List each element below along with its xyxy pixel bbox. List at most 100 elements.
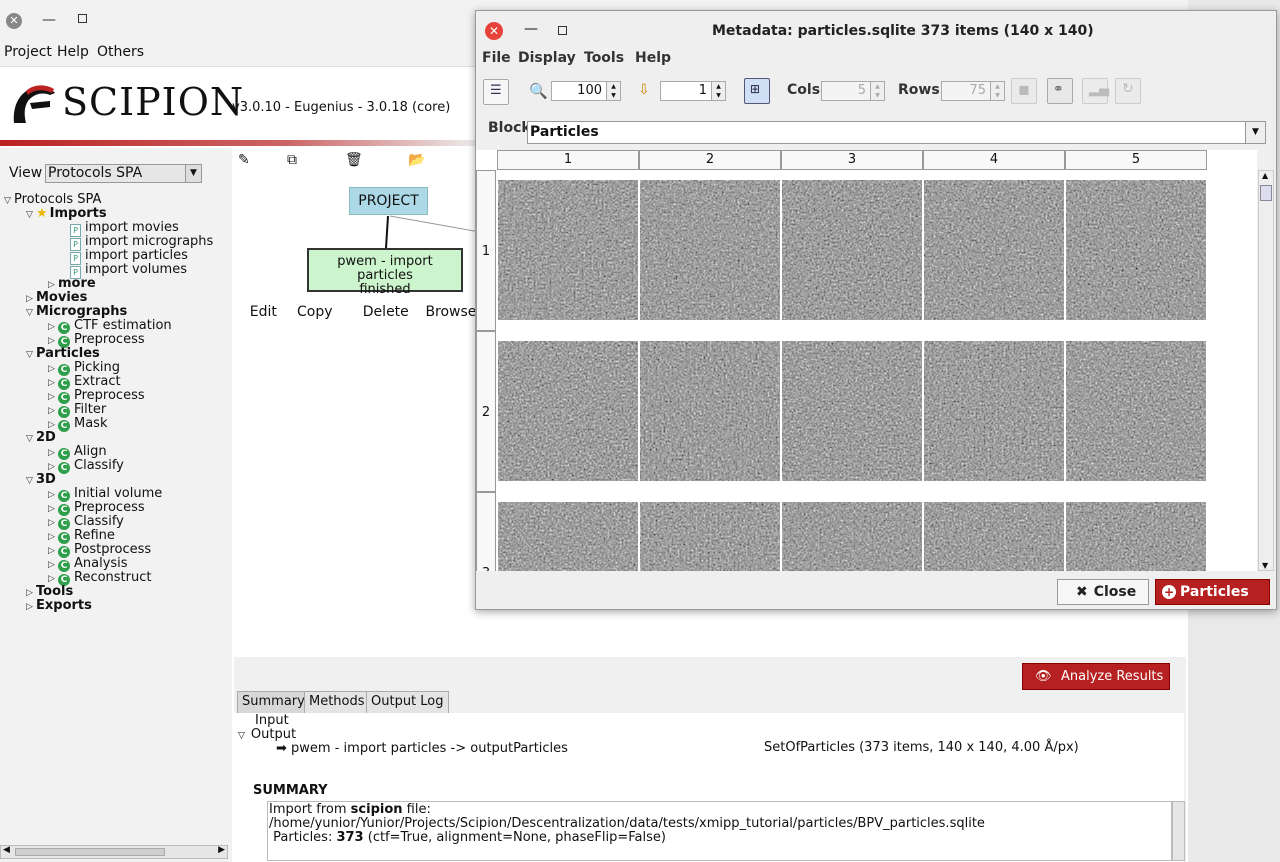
browse-button[interactable]: 📂 Browse [408, 152, 476, 320]
tree-item[interactable]: ▽ Protocols SPA [4, 193, 101, 207]
particle-image[interactable] [498, 502, 638, 571]
column-header[interactable]: 3 [781, 150, 923, 170]
tree-item[interactable]: ▷ C Mask [48, 417, 107, 432]
spinner-arrows-icon[interactable]: ▲ ▼ [606, 82, 620, 100]
edit-button[interactable]: ✎ Edit [238, 152, 277, 320]
expand-triangle-icon[interactable]: ▽ [238, 731, 245, 741]
particle-image[interactable] [640, 341, 780, 481]
expand-right-icon[interactable]: ▷ [26, 292, 36, 306]
tree-item[interactable]: ▷ C Extract [48, 375, 121, 390]
expand-right-icon[interactable]: ▷ [48, 558, 58, 572]
adjust-columns-toggle[interactable]: ⊞ [744, 78, 770, 104]
spinner-arrows-icon[interactable]: ▲ ▼ [990, 82, 1004, 100]
expand-right-icon[interactable]: ▷ [48, 320, 58, 334]
dialog-menu-help[interactable]: Help [635, 50, 671, 66]
copy-button[interactable]: ⧉ Copy [287, 152, 333, 320]
dialog-menu-tools[interactable]: Tools [584, 50, 624, 66]
spinner-arrows-icon[interactable]: ▲ ▼ [870, 82, 884, 100]
tree-item[interactable]: ▷ C Preprocess [48, 501, 145, 516]
tree-item[interactable]: ▷ Movies [26, 291, 87, 305]
create-particles-button[interactable]: + Particles [1155, 579, 1270, 605]
tree-item[interactable]: ▽ Micrographs [26, 305, 127, 319]
expand-right-icon[interactable]: ▷ [48, 488, 58, 502]
row-header[interactable]: 2 [476, 331, 496, 492]
column-header[interactable]: 4 [923, 150, 1065, 170]
row-header[interactable]: 1 [476, 170, 496, 331]
tab-summary[interactable]: Summary [237, 691, 310, 713]
tree-item[interactable]: Pimport movies [70, 221, 179, 237]
particle-image[interactable] [782, 180, 922, 320]
expand-right-icon[interactable]: ▷ [48, 362, 58, 376]
volume-render-button[interactable]: ◼ [1011, 78, 1037, 104]
expand-right-icon[interactable]: ▷ [48, 404, 58, 418]
tree-item[interactable]: Pimport particles [70, 249, 188, 265]
tab-output-log[interactable]: Output Log [366, 691, 449, 713]
tree-item[interactable]: ▷ C Preprocess [48, 389, 145, 404]
tree-item[interactable]: ▽ ★ Imports [26, 207, 107, 221]
particle-image[interactable] [924, 341, 1064, 481]
tab-methods[interactable]: Methods [304, 691, 370, 713]
dialog-menu-file[interactable]: File [482, 50, 511, 66]
tree-item[interactable]: ▷ C Classify [48, 459, 124, 474]
row-header[interactable]: 3 [476, 492, 496, 571]
dialog-menu-display[interactable]: Display [518, 50, 576, 66]
particle-image[interactable] [640, 502, 780, 571]
tree-item[interactable]: ▷ C Filter [48, 403, 106, 418]
gallery-vertical-scrollbar[interactable]: ▲ ▼ [1258, 170, 1274, 571]
particle-image[interactable] [924, 180, 1064, 320]
chevron-down-icon[interactable]: ▼ [185, 165, 201, 182]
tree-item[interactable]: ▽ 2D [26, 431, 56, 445]
tree-item[interactable]: Pimport volumes [70, 263, 187, 279]
particle-image[interactable] [498, 180, 638, 320]
expand-right-icon[interactable]: ▷ [48, 446, 58, 460]
particle-image[interactable] [924, 502, 1064, 571]
expand-right-icon[interactable]: ▷ [26, 586, 36, 600]
window-maximize-icon[interactable] [78, 14, 87, 23]
refresh-button[interactable]: ↻ [1115, 78, 1141, 104]
tree-item[interactable]: ▷ C Align [48, 445, 107, 460]
analyze-results-button[interactable]: 👁 Analyze Results [1022, 663, 1170, 690]
tree-item[interactable]: ▷ more [48, 277, 96, 291]
expand-right-icon[interactable]: ▷ [48, 376, 58, 390]
scroll-right-icon[interactable]: ▶ [218, 845, 225, 855]
close-button[interactable]: ✖ Close [1057, 579, 1149, 605]
output-node[interactable]: ▽ Output [238, 727, 296, 742]
view-select[interactable]: Protocols SPA ▼ [45, 164, 202, 183]
expand-down-icon[interactable]: ▽ [4, 194, 14, 208]
tree-item[interactable]: ▷ C Picking [48, 361, 120, 376]
particle-image[interactable] [1066, 180, 1206, 320]
tree-item[interactable]: ▷ Tools [26, 585, 73, 599]
column-header[interactable]: 2 [639, 150, 781, 170]
expand-right-icon[interactable]: ▷ [26, 600, 36, 614]
scroll-down-icon[interactable]: ▼ [1262, 561, 1268, 570]
chevron-down-icon[interactable]: ▼ [1245, 122, 1265, 143]
delete-button[interactable]: 🗑 Delete [345, 152, 409, 320]
output-item[interactable]: ➡ pwem - import particles -> outputParti… [276, 741, 568, 756]
expand-down-icon[interactable]: ▽ [26, 208, 36, 222]
menu-help[interactable]: Help [57, 44, 89, 60]
scroll-up-icon[interactable]: ▲ [1262, 171, 1268, 180]
tree-item[interactable]: ▷ C Preprocess [48, 333, 145, 348]
zoom-spinner[interactable]: 100 ▲ ▼ [551, 81, 621, 101]
block-select[interactable]: Particles ▼ [527, 121, 1266, 144]
scroll-left-icon[interactable]: ◀ [3, 845, 10, 855]
expand-right-icon[interactable]: ▷ [48, 544, 58, 558]
goto-spinner[interactable]: 1 ▲ ▼ [660, 81, 726, 101]
dialog-maximize-icon[interactable] [558, 26, 567, 35]
scrollbar-thumb[interactable] [1260, 185, 1272, 201]
particle-image[interactable] [1066, 341, 1206, 481]
tree-item[interactable]: ▽ 3D [26, 473, 56, 487]
project-node[interactable]: PROJECT [349, 187, 428, 215]
menu-project[interactable]: Project [4, 44, 52, 60]
expand-right-icon[interactable]: ▷ [48, 502, 58, 516]
tree-item[interactable]: ▷ C Analysis [48, 557, 128, 572]
plot-button[interactable]: ▂▄ [1082, 78, 1109, 104]
tree-item[interactable]: ▷ C Postprocess [48, 543, 151, 558]
tree-horizontal-scrollbar[interactable]: ◀ ▶ [0, 845, 228, 859]
tree-item[interactable]: Pimport micrographs [70, 235, 213, 251]
rows-spinner[interactable]: 75 ▲ ▼ [941, 81, 1005, 101]
menu-others[interactable]: Others [97, 44, 144, 60]
column-header[interactable]: 1 [497, 150, 639, 170]
tree-item[interactable]: ▷ C CTF estimation [48, 319, 172, 334]
spinner-arrows-icon[interactable]: ▲ ▼ [711, 82, 725, 100]
